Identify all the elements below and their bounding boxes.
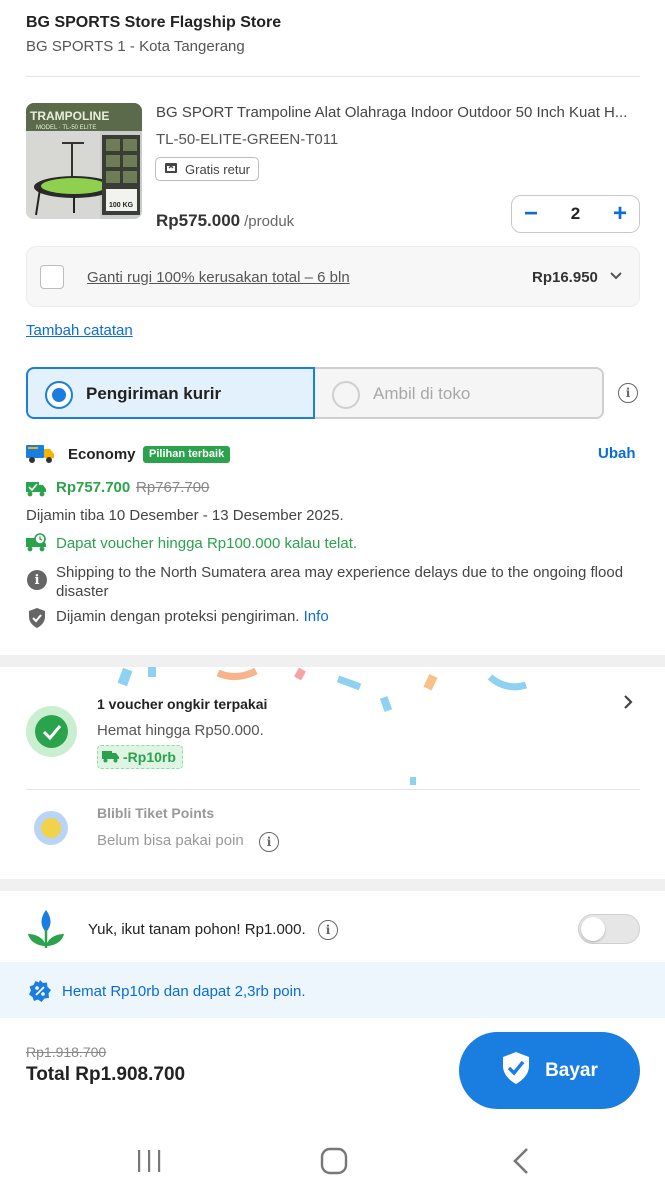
free-return-label: Gratis retur [185,161,251,177]
delivery-truck-icon [26,441,56,470]
price-unit: /produk [244,213,295,230]
voucher-subtitle: Hemat hingga Rp50.000. [97,722,264,739]
late-voucher-icon [26,533,48,558]
divider [26,789,640,790]
voucher-check-icon [26,706,77,757]
voucher-chip: -Rp10rb [97,745,183,769]
pay-button[interactable]: Bayar [459,1032,640,1109]
quantity-stepper: − 2 + [511,195,640,233]
back-icon[interactable] [510,1147,532,1180]
points-title: Blibli Tiket Points [97,805,215,821]
points-coin-icon [34,811,68,845]
protection-checkbox[interactable] [40,265,64,289]
shipping-old-price: Rp767.700 [136,479,210,496]
grand-total: Total Rp1.908.700 [26,1064,186,1085]
change-courier-button[interactable]: Ubah [598,445,636,462]
savings-text: Hemat Rp10rb dan dapat 2,3rb poin. [62,983,306,1000]
pickup-tab-label: Ambil di toko [373,384,471,403]
shipping-info-icon[interactable]: i [618,383,638,403]
increase-quantity-button[interactable]: + [613,202,627,226]
courier-tab-label: Pengiriman kurir [86,384,222,403]
points-info-icon[interactable]: i [259,832,279,852]
pay-button-label: Bayar [545,1059,598,1081]
system-navigation-bar [0,1128,665,1200]
store-location: BG SPORTS 1 - Kota Tangerang [26,38,245,55]
thumb-model-text: MODEL · TL-50 ELITE [36,125,96,131]
guarantee-label: Dijamin dengan proteksi pengiriman. [56,608,300,625]
original-total: Rp1.918.700 [26,1044,107,1060]
points-subtitle: Belum bisa pakai poin [97,832,244,849]
add-note-link[interactable]: Tambah catatan [26,322,133,339]
guarantee-info-link[interactable]: Info [304,608,329,625]
tree-donation-toggle[interactable] [578,914,640,944]
store-name: BG SPORTS Store Flagship Store [26,14,282,31]
shield-check-icon [501,1051,531,1091]
product-thumbnail[interactable]: TRAMPOLINE MODEL · TL-50 ELITE 100 KG [26,103,142,219]
decrease-quantity-button[interactable]: − [524,202,538,226]
tree-info-icon[interactable]: i [318,920,338,940]
protection-label[interactable]: Ganti rugi 100% kerusakan total – 6 bln [87,269,350,286]
pickup-radio[interactable] [332,381,360,409]
voucher-title[interactable]: 1 voucher ongkir terpakai [97,696,267,712]
section-separator [0,879,665,891]
price-value: Rp575.000 [156,211,241,230]
product-title[interactable]: BG SPORT Trampoline Alat Olahraga Indoor… [156,104,644,121]
quantity-value[interactable]: 2 [571,204,580,224]
thumb-capacity-text: 100 KG [109,202,134,209]
delivery-eta: Dijamin tiba 10 Desember - 13 Desember 2… [26,507,344,524]
home-icon[interactable] [320,1147,348,1180]
truck-icon [102,749,120,766]
sprout-icon [26,908,66,955]
info-filled-icon: i [27,570,47,590]
thumb-brand-text: TRAMPOLINE [30,109,109,123]
divider [26,76,640,77]
tab-store-pickup[interactable]: Ambil di toko [315,367,604,419]
product-variant: TL-50-ELITE-GREEN-T011 [156,131,339,148]
voucher-chip-amount: -Rp10rb [123,749,176,765]
chevron-down-icon[interactable] [609,269,623,286]
product-price: Rp575.000/produk [156,211,294,231]
discount-badge-icon [28,979,52,1008]
shipping-price: Rp757.700 [56,479,131,496]
courier-name: Economy [68,446,136,463]
recent-apps-icon[interactable] [136,1148,162,1179]
late-voucher-text: Dapat voucher hingga Rp100.000 kalau tel… [56,535,358,552]
section-separator [0,655,665,667]
shipping-method-tabs: Pengiriman kurir Ambil di toko [26,367,604,419]
shipping-discount-icon [26,478,48,503]
protection-amount: Rp16.950 [532,269,598,286]
tree-donation-label: Yuk, ikut tanam pohon! Rp1.000. [88,921,306,938]
return-box-icon [164,161,178,178]
flood-notice: Shipping to the North Sumatera area may … [56,564,624,600]
chevron-right-icon[interactable] [622,694,634,715]
free-return-badge: Gratis retur [155,157,260,181]
damage-protection-row[interactable]: Ganti rugi 100% kerusakan total – 6 bln … [26,246,640,307]
shipping-protection-text: Dijamin dengan proteksi pengiriman. Info [56,608,329,625]
best-choice-badge: Pilihan terbaik [143,446,231,463]
tab-courier-delivery[interactable]: Pengiriman kurir [26,367,315,419]
shield-check-icon [27,607,47,634]
courier-radio[interactable] [45,381,73,409]
